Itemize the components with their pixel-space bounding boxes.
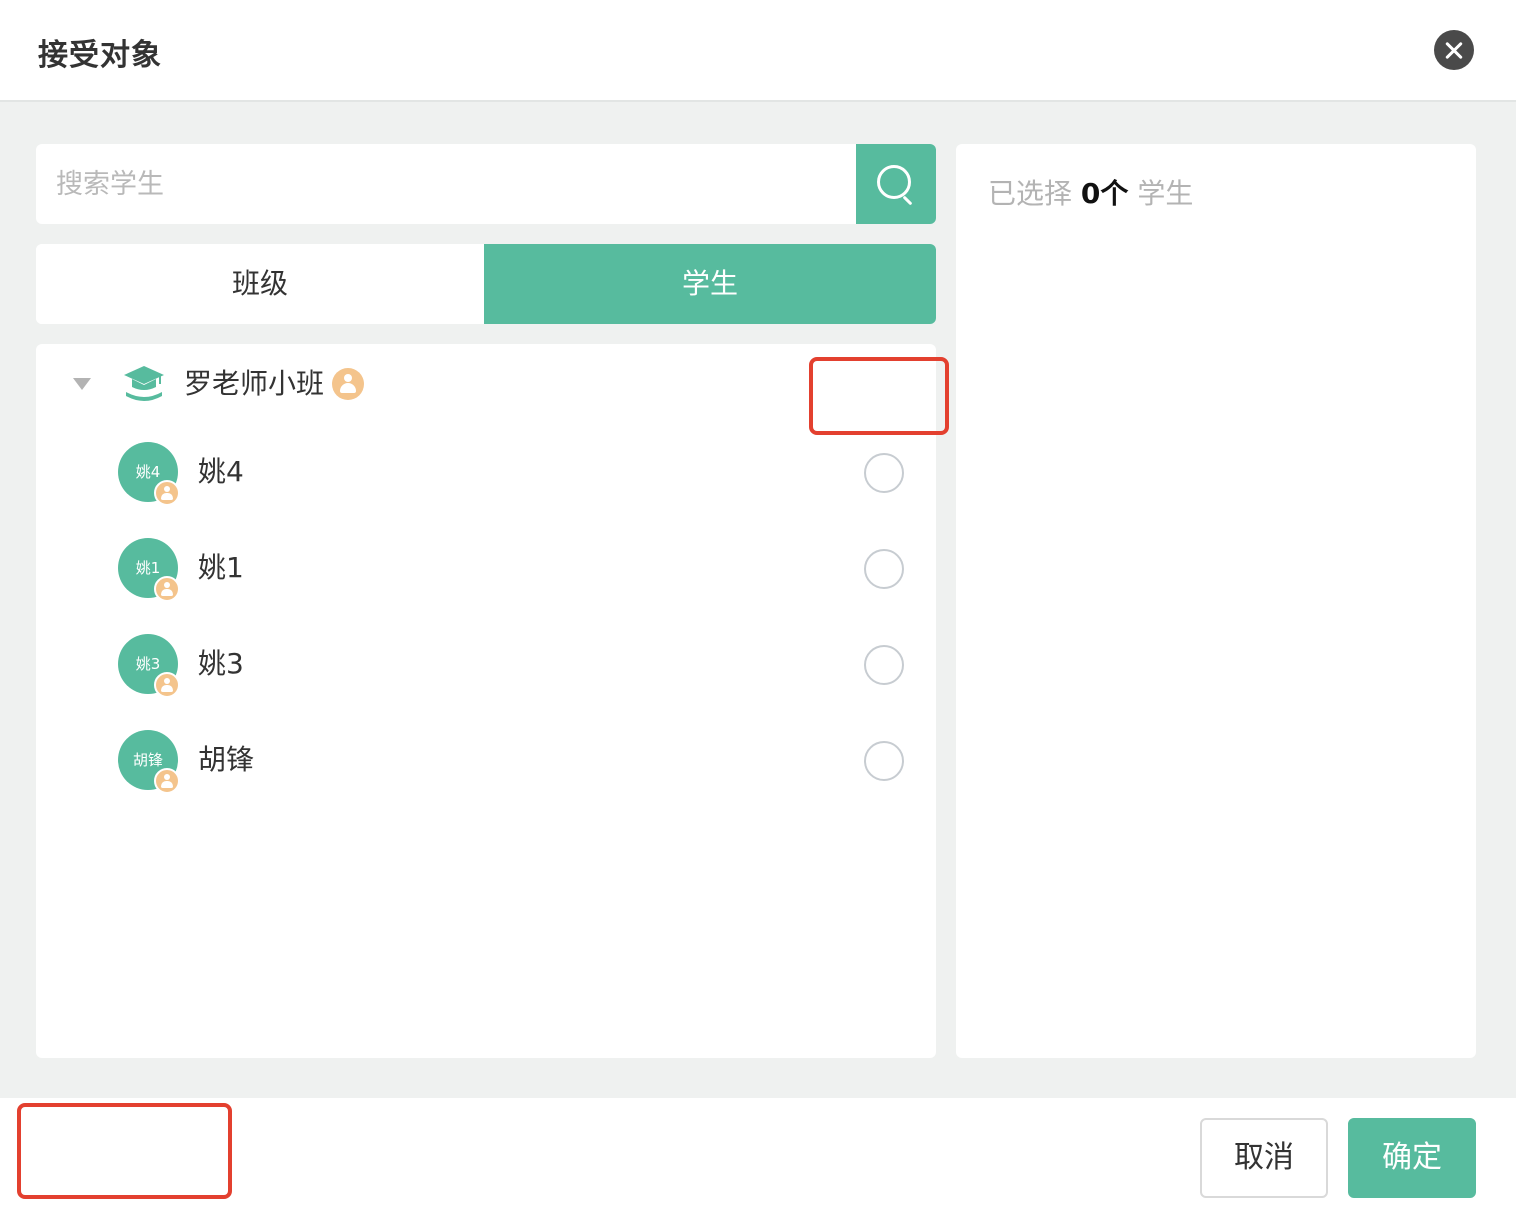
- selected-prefix: 已选择: [988, 177, 1073, 210]
- caret-down-icon[interactable]: [73, 378, 91, 390]
- search-button[interactable]: [856, 144, 936, 224]
- student-row[interactable]: 胡锋 胡锋: [36, 712, 936, 808]
- selected-panel: 已选择 0个 学生: [956, 144, 1476, 1058]
- tab-bar: 班级 学生: [36, 244, 936, 324]
- student-name: 胡锋: [198, 743, 255, 776]
- receiver-dialog: 接受对象 班级 学生 罗老师小班: [0, 0, 1516, 1218]
- close-icon[interactable]: [1434, 30, 1474, 70]
- select-radio[interactable]: [864, 453, 904, 493]
- student-name: 姚4: [198, 455, 244, 488]
- tab-class[interactable]: 班级: [36, 244, 484, 324]
- person-badge-icon: [154, 576, 180, 602]
- student-row[interactable]: 姚4 姚4: [36, 424, 936, 520]
- cancel-button[interactable]: 取消: [1200, 1118, 1328, 1198]
- search-box: [36, 144, 936, 224]
- dialog-header: 接受对象: [0, 0, 1516, 102]
- dialog-body: 班级 学生 罗老师小班 姚4 姚4: [0, 102, 1516, 1098]
- person-badge-icon: [154, 480, 180, 506]
- select-radio[interactable]: [864, 645, 904, 685]
- tree-panel: 罗老师小班 姚4 姚4 姚1 姚1 姚3 姚3 胡锋 胡锋: [36, 344, 936, 1058]
- search-icon: [877, 165, 911, 199]
- annotation-highlight-box: [809, 357, 949, 435]
- group-name: 罗老师小班: [184, 367, 325, 400]
- tree-group-row[interactable]: 罗老师小班: [36, 344, 936, 424]
- confirm-button[interactable]: 确定: [1348, 1118, 1476, 1198]
- selected-summary: 已选择 0个 学生: [988, 174, 1193, 214]
- student-name: 姚1: [198, 551, 244, 584]
- student-name: 姚3: [198, 647, 244, 680]
- person-badge-icon: [154, 672, 180, 698]
- search-input[interactable]: [36, 144, 856, 224]
- search-icon-handle: [902, 195, 913, 206]
- select-radio[interactable]: [864, 549, 904, 589]
- person-badge-icon: [154, 768, 180, 794]
- tab-student[interactable]: 学生: [484, 244, 936, 324]
- person-badge-icon: [332, 368, 364, 400]
- select-radio[interactable]: [864, 741, 904, 781]
- annotation-highlight-box: [17, 1103, 232, 1199]
- graduation-cap-icon: [124, 366, 164, 401]
- dialog-title: 接受对象: [38, 38, 162, 73]
- selected-suffix: 学生: [1137, 177, 1194, 210]
- student-row[interactable]: 姚3 姚3: [36, 616, 936, 712]
- student-row[interactable]: 姚1 姚1: [36, 520, 936, 616]
- selected-count: 0个: [1080, 177, 1129, 210]
